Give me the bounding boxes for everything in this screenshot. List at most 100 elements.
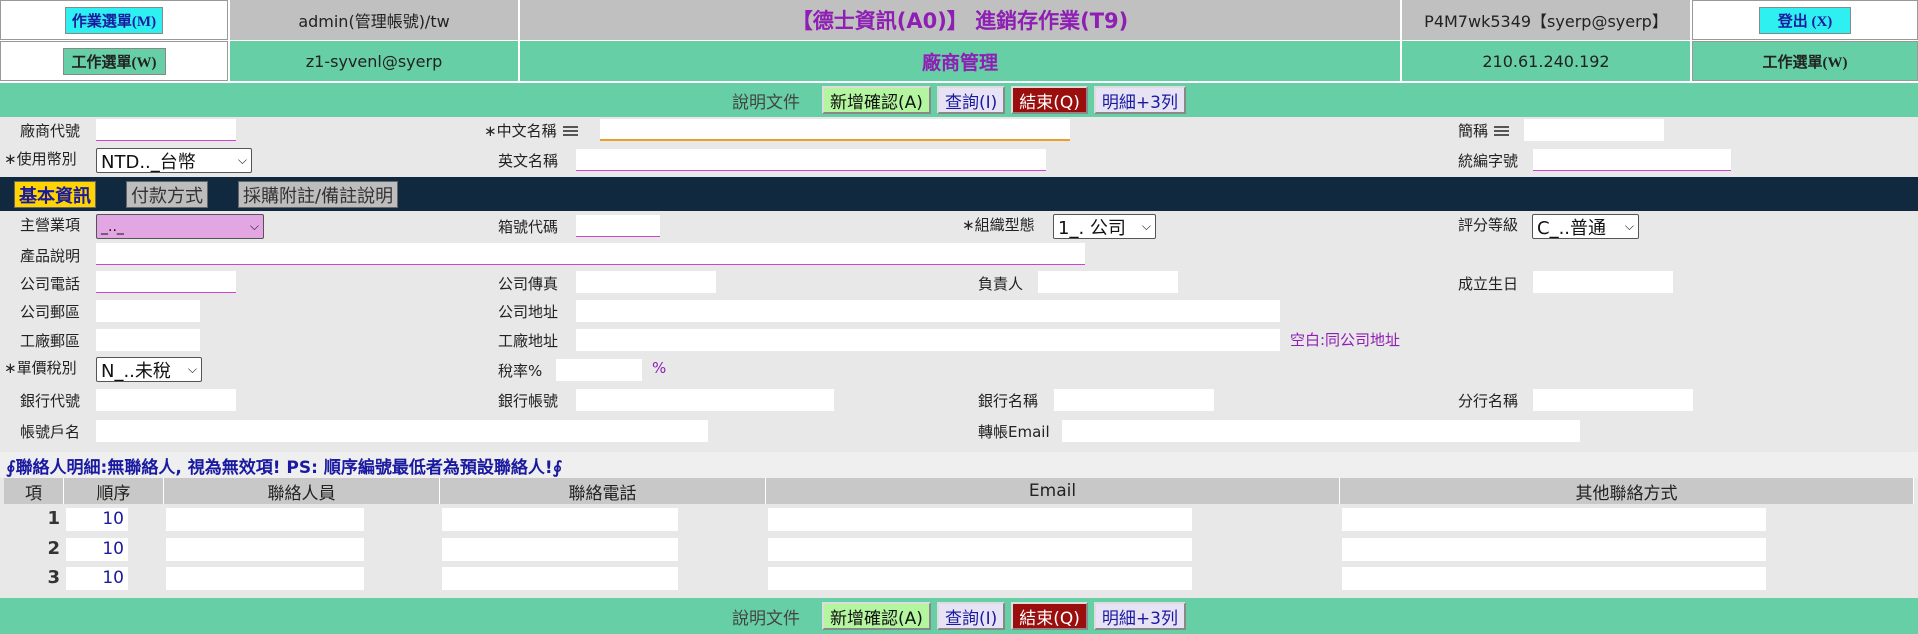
job-menu-button-left[interactable]: 工作選單(W) — [62, 47, 166, 75]
work-menu-cell: 作業選單(M) — [0, 0, 228, 40]
account-holder-input[interactable] — [96, 420, 708, 442]
currency-select[interactable]: NTD.._台幣 ⌵ — [96, 148, 252, 173]
detail-add-rows-button[interactable]: 明細+3列 — [1093, 602, 1186, 630]
bank-name-label: 銀行名稱 — [978, 392, 1039, 410]
owner-input[interactable] — [1038, 271, 1178, 293]
logout-button[interactable]: 登出 (X) — [1758, 6, 1852, 34]
factory-address-input[interactable] — [576, 329, 1280, 351]
branch-name-input[interactable] — [1533, 389, 1693, 411]
row-number: 2 — [47, 538, 60, 559]
detail-add-rows-button[interactable]: 明細+3列 — [1093, 86, 1186, 114]
bank-code-input[interactable] — [96, 389, 236, 411]
contact-name-input[interactable] — [166, 567, 364, 590]
factory-zip-input[interactable] — [96, 329, 200, 351]
founded-label: 成立生日 — [1458, 275, 1519, 293]
cn-name-input[interactable] — [600, 119, 1070, 141]
header-row-2: 工作選單(W) z1-syvenl@syerp 廠商管理 210.61.240.… — [0, 41, 1918, 81]
contact-other-input[interactable] — [1342, 567, 1766, 590]
product-desc-label: 產品說明 — [20, 247, 81, 265]
contact-email-input[interactable] — [768, 508, 1192, 531]
main-business-select[interactable]: _.._ ⌵ — [96, 214, 264, 239]
add-confirm-button[interactable]: 新增確認(A) — [822, 602, 931, 630]
contact-name-input[interactable] — [166, 508, 364, 531]
chevron-down-icon: ⌵ — [1624, 219, 1634, 233]
contacts-table: 項 順序 聯絡人員 聯絡電話 Email 其他聯絡方式 1 10 2 10 3 … — [0, 478, 1918, 598]
contact-name-input[interactable] — [166, 538, 364, 561]
en-name-label: 英文名稱 — [498, 152, 559, 170]
bank-code-label: 銀行代號 — [20, 392, 81, 410]
tab-bar: 基本資訊 付款方式 採購附註/備註說明 — [0, 177, 1918, 211]
order-input[interactable]: 10 — [66, 567, 128, 590]
contact-phone-input[interactable] — [442, 538, 678, 561]
box-code-input[interactable] — [576, 215, 660, 237]
company-fax-input[interactable] — [576, 271, 716, 293]
end-button[interactable]: 結束(Q) — [1011, 86, 1088, 114]
job-menu-cell-left: 工作選單(W) — [0, 41, 228, 81]
col-header-contact: 聯絡人員 — [164, 478, 440, 504]
product-desc-input[interactable] — [96, 243, 1085, 265]
end-button[interactable]: 結束(Q) — [1011, 602, 1088, 630]
chevron-down-icon: ⌵ — [237, 153, 247, 167]
contact-email-input[interactable] — [768, 567, 1192, 590]
bank-account-label: 銀行帳號 — [498, 392, 559, 410]
company-address-label: 公司地址 — [498, 303, 559, 321]
percent-sign: % — [652, 359, 667, 377]
contact-phone-input[interactable] — [442, 508, 678, 531]
tab-payment[interactable]: 付款方式 — [126, 181, 208, 208]
org-type-select[interactable]: 1_. 公司 ⌵ — [1053, 214, 1156, 239]
col-header-no: 項 — [4, 478, 64, 504]
contact-phone-input[interactable] — [442, 567, 678, 590]
tab-purchase-notes[interactable]: 採購附註/備註說明 — [238, 181, 399, 208]
order-input[interactable]: 10 — [66, 508, 128, 531]
vendor-code-input[interactable] — [96, 119, 236, 141]
vendor-code-label: 廠商代號 — [20, 122, 81, 140]
email-label: z1-syvenl@syerp — [230, 41, 518, 81]
rating-select[interactable]: C_..普通 ⌵ — [1532, 214, 1639, 239]
module-title: 廠商管理 — [520, 41, 1400, 81]
query-button[interactable]: 查詢(I) — [936, 602, 1006, 630]
bank-name-input[interactable] — [1054, 389, 1214, 411]
doc-link[interactable]: 說明文件 — [732, 88, 800, 113]
memo-icon[interactable] — [1494, 125, 1510, 138]
contact-email-input[interactable] — [768, 538, 1192, 561]
price-tax-select[interactable]: N_..未稅 ⌵ — [96, 357, 202, 382]
chevron-down-icon: ⌵ — [187, 362, 197, 376]
toolbar-bottom: 說明文件 新增確認(A) 查詢(I) 結束(Q) 明細+3列 — [0, 598, 1918, 634]
doc-link[interactable]: 說明文件 — [732, 604, 800, 629]
transfer-email-input[interactable] — [1062, 420, 1580, 442]
job-menu-button-right[interactable]: 工作選單(W) — [1754, 48, 1856, 74]
logout-cell: 登出 (X) — [1692, 0, 1918, 40]
tax-id-label: 統編字號 — [1458, 152, 1519, 170]
founded-input[interactable] — [1533, 271, 1673, 293]
col-header-order: 順序 — [64, 478, 164, 504]
tax-rate-input[interactable] — [556, 359, 642, 381]
company-zip-input[interactable] — [96, 300, 200, 322]
contact-other-input[interactable] — [1342, 538, 1766, 561]
company-fax-label: 公司傳真 — [498, 275, 559, 293]
en-name-input[interactable] — [576, 149, 1046, 171]
add-confirm-button[interactable]: 新增確認(A) — [822, 86, 931, 114]
contact-other-input[interactable] — [1342, 508, 1766, 531]
user-label: admin(管理帳號)/tw — [230, 0, 518, 40]
short-name-input[interactable] — [1524, 119, 1664, 141]
bank-account-input[interactable] — [576, 389, 834, 411]
branch-name-label: 分行名稱 — [1458, 392, 1519, 410]
company-zip-label: 公司郵區 — [20, 303, 81, 321]
session-label: P4M7wk5349【syerp@syerp】 — [1402, 0, 1690, 40]
company-address-input[interactable] — [576, 300, 1280, 322]
short-name-label: 簡稱 — [1458, 120, 1510, 141]
work-menu-button[interactable]: 作業選單(M) — [64, 6, 164, 34]
query-button[interactable]: 查詢(I) — [936, 86, 1006, 114]
job-menu-cell-right: 工作選單(W) — [1692, 41, 1918, 81]
tab-basic-info[interactable]: 基本資訊 — [14, 181, 96, 208]
org-type-label: ∗組織型態 — [962, 216, 1035, 234]
memo-icon[interactable] — [562, 125, 578, 138]
toolbar-top: 說明文件 新增確認(A) 查詢(I) 結束(Q) 明細+3列 — [0, 83, 1918, 117]
company-phone-input[interactable] — [96, 271, 236, 293]
factory-zip-label: 工廠郵區 — [20, 332, 81, 350]
rating-label: 評分等級 — [1458, 216, 1519, 234]
vendor-form: 廠商代號 ∗中文名稱 簡稱 ∗使用幣別 NTD.._台幣 ⌵ 英文名稱 統編字號 … — [0, 117, 1918, 452]
order-input[interactable]: 10 — [66, 538, 128, 561]
tax-id-input[interactable] — [1533, 149, 1731, 171]
page-title: 【德士資訊(A0)】 進銷存作業(T9) — [520, 0, 1400, 40]
